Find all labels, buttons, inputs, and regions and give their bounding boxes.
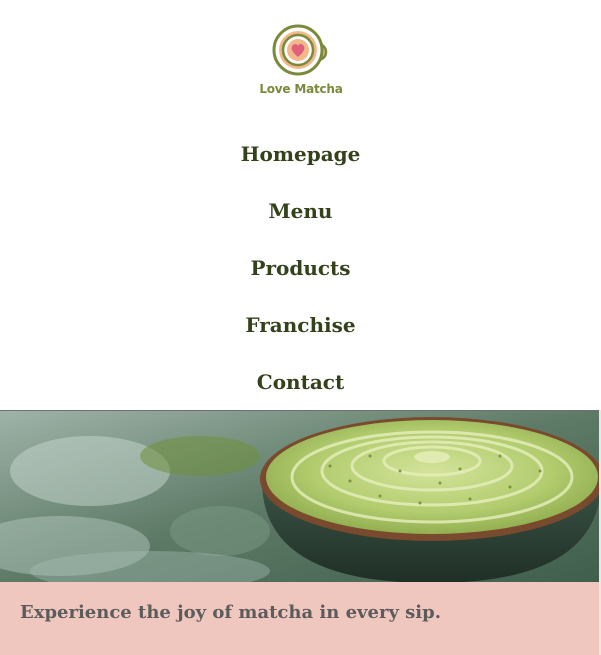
matcha-cup-heart-icon — [272, 24, 328, 76]
nav-item-menu[interactable]: Menu — [0, 192, 601, 249]
brand-name: Love Matcha — [259, 82, 343, 96]
main-navigation: Homepage Menu Products Franchise Contact — [0, 135, 601, 420]
tagline-banner: Experience the joy of matcha in every si… — [0, 582, 601, 655]
brand-logo[interactable]: Love Matcha — [258, 22, 344, 98]
nav-item-franchise[interactable]: Franchise — [0, 306, 601, 363]
site-header: Love Matcha Homepage Menu Products Franc… — [0, 0, 601, 410]
tagline-text: Experience the joy of matcha in every si… — [20, 602, 441, 623]
nav-item-products[interactable]: Products — [0, 249, 601, 306]
nav-item-homepage[interactable]: Homepage — [0, 135, 601, 192]
hero-image — [0, 410, 601, 583]
